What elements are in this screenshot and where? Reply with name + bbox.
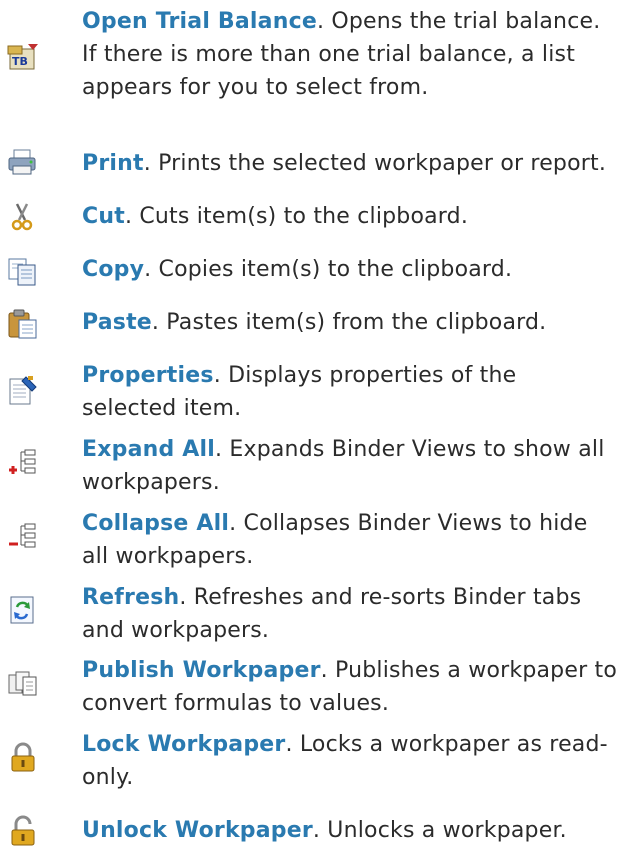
item-description: . Cuts item(s) to the clipboard.	[124, 204, 469, 229]
item-name[interactable]: Properties	[82, 363, 214, 388]
item-name[interactable]: Copy	[82, 257, 144, 282]
item-name[interactable]: Publish Workpaper	[82, 658, 321, 683]
item-name[interactable]: Unlock Workpaper	[82, 818, 313, 843]
copy-icon	[8, 258, 36, 286]
item-name[interactable]: Print	[82, 151, 144, 176]
lock-icon	[11, 742, 35, 772]
publish-workpaper-icon	[8, 671, 37, 696]
collapse-all-icon	[9, 523, 36, 548]
expand-all-icon	[9, 449, 36, 474]
item-description: . Pastes item(s) from the clipboard.	[151, 310, 547, 335]
scissors-icon	[11, 203, 33, 231]
item-description: . Copies item(s) to the clipboard.	[144, 257, 513, 282]
item-name[interactable]: Expand All	[82, 437, 215, 462]
item-name[interactable]: Lock Workpaper	[82, 732, 285, 757]
open-trial-balance-icon: TB	[7, 44, 38, 70]
properties-icon	[9, 376, 37, 405]
printer-icon	[8, 149, 36, 175]
item-name[interactable]: Refresh	[82, 585, 179, 610]
item-description: . Prints the selected workpaper or repor…	[143, 151, 607, 176]
item-description: . Unlocks a workpaper.	[312, 818, 567, 843]
item-name[interactable]: Collapse All	[82, 511, 229, 536]
item-name[interactable]: Open Trial Balance	[82, 9, 317, 34]
item-name[interactable]: Cut	[82, 204, 125, 229]
svg-text:TB: TB	[12, 55, 28, 68]
refresh-icon	[10, 596, 34, 624]
item-name[interactable]: Paste	[82, 310, 152, 335]
paste-icon	[8, 309, 37, 339]
unlock-icon	[11, 815, 35, 846]
